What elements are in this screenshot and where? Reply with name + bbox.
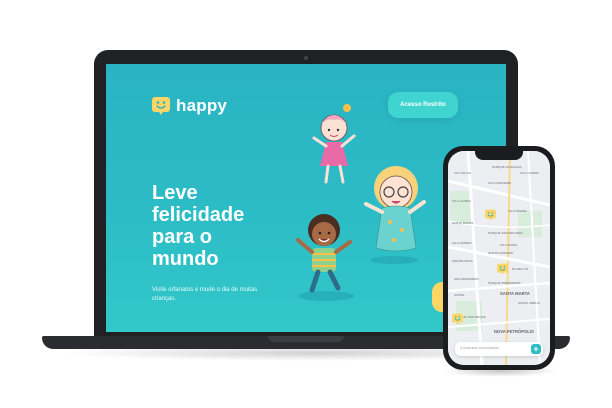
orphanages-found-bar: 3 orfanatos encontrados + [455, 342, 543, 356]
map-pin-smile-icon[interactable] [452, 313, 463, 325]
map-label: SÃO BERNARDO [454, 277, 479, 281]
map-label: VILA CRUZEIRO [488, 181, 512, 185]
headline-line: para o [152, 226, 213, 248]
mobile-map-screen[interactable]: VILA SILVIA PARQUE DA BALEIA VILA CARMO … [448, 151, 550, 365]
headline-line: felicidade [152, 204, 245, 226]
map-label: VILA ALPINA [452, 199, 471, 203]
map-label: CIDADE NOVA [452, 259, 473, 263]
map-label: PARQUE PRESIDENTE [488, 281, 521, 285]
map-pin-smile-icon[interactable] [485, 209, 496, 221]
plus-icon[interactable]: + [531, 344, 541, 354]
map-label: VILA MARIA [500, 243, 518, 247]
page-subtitle: Visite orfanatos e mude o dia de muitas … [152, 287, 258, 302]
map-label: PLANALTO [512, 267, 529, 271]
logo-text: happy [176, 96, 228, 115]
map-label: SANTO ANTONIO [488, 251, 513, 255]
map-label: VILA CARMO [520, 171, 539, 175]
map-label-district: SANTA MARTA [500, 291, 530, 296]
phone-notch [475, 151, 523, 160]
map-label: SANTA AMÉLIA [518, 301, 541, 305]
page-title: Leve felicidade para o mundo [152, 182, 262, 270]
orphanages-found-text: 3 orfanatos encontrados [460, 346, 499, 350]
headline-line: Leve [152, 182, 198, 204]
laptop-base-notch [268, 336, 344, 342]
map-label: VILA SILVIA [454, 171, 472, 175]
logo[interactable]: happy [152, 96, 227, 116]
map-label: PARQUE ANHANGUERA [488, 231, 524, 235]
happy-smile-logo-icon [152, 97, 170, 115]
headline-line: mundo [152, 248, 219, 270]
laptop-camera [304, 56, 308, 60]
map-label: SANTA MARTA [452, 221, 474, 225]
map-label: VILA REGINA [508, 209, 528, 213]
map-label: SAÚDE [454, 293, 465, 297]
map-pin-smile-icon[interactable] [497, 263, 508, 275]
map-label: PARQUE DA BALEIA [492, 165, 522, 169]
children-illustration [296, 104, 426, 301]
map-label-district: NOVA PETRÓPOLIS [494, 329, 534, 334]
map-label: VILA OSÓRIO [452, 241, 472, 245]
